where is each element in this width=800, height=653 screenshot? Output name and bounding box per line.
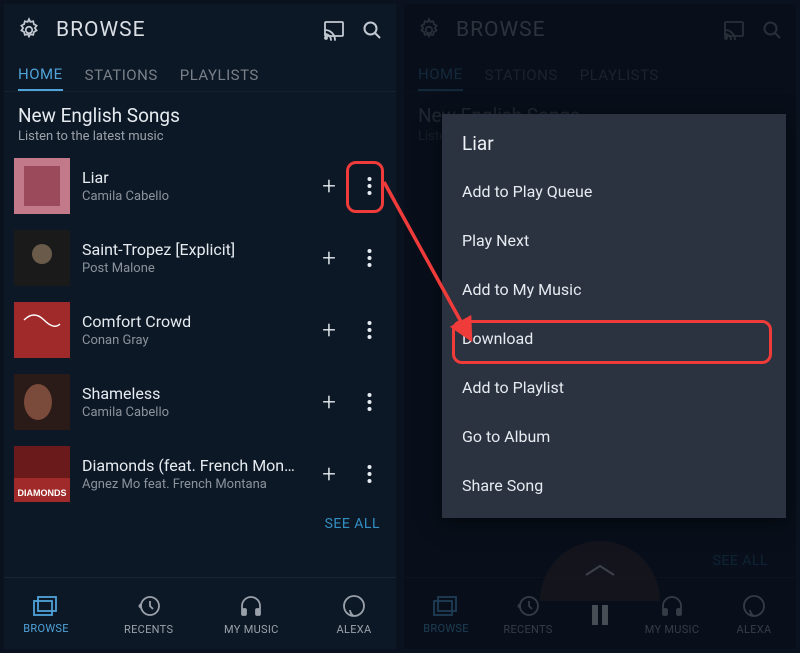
song-title: Liar (82, 168, 300, 187)
section-subtitle: Listen to the latest music (18, 129, 382, 144)
song-title: Saint-Tropez [Explicit] (82, 240, 300, 259)
list-item[interactable]: Liar Camila Cabello + (4, 150, 396, 222)
song-artist: Camila Cabello (82, 405, 300, 420)
see-all-link[interactable]: SEE ALL (4, 510, 396, 534)
album-art (14, 374, 70, 430)
phone-left: BROWSE HOME STATIONS PLAYLISTS New (4, 4, 396, 649)
menu-item-play-next[interactable]: Play Next (442, 216, 786, 265)
menu-item-share[interactable]: Share Song (442, 461, 786, 510)
menu-item-go-album[interactable]: Go to Album (442, 412, 786, 461)
add-button[interactable]: + (312, 385, 346, 419)
add-button[interactable]: + (312, 457, 346, 491)
tab-home[interactable]: HOME (18, 56, 63, 91)
song-meta: Liar Camila Cabello (82, 168, 300, 204)
nav-alexa[interactable]: ALEXA (322, 593, 386, 636)
song-meta: Saint-Tropez [Explicit] Post Malone (82, 240, 300, 276)
nav-mymusic[interactable]: MY MUSIC (219, 593, 283, 636)
song-artist: Agnez Mo feat. French Montana (82, 477, 300, 492)
add-button[interactable]: + (312, 241, 346, 275)
topbar: BROWSE (4, 4, 396, 56)
context-menu-title: Liar (442, 130, 786, 167)
settings-icon[interactable] (16, 17, 42, 43)
song-meta: Diamonds (feat. French Monta… Agnez Mo f… (82, 456, 300, 492)
tab-stations[interactable]: STATIONS (85, 56, 158, 91)
song-title: Comfort Crowd (82, 312, 300, 331)
menu-item-download[interactable]: Download (442, 314, 786, 363)
cast-icon[interactable] (322, 18, 346, 42)
list-item[interactable]: DIAMONDS Diamonds (feat. French Monta… A… (4, 438, 396, 510)
more-options-button[interactable] (352, 385, 386, 419)
song-list[interactable]: Liar Camila Cabello + Saint-Tropez [Expl… (4, 150, 396, 577)
alexa-icon (341, 593, 367, 619)
menu-item-add-playlist[interactable]: Add to Playlist (442, 363, 786, 412)
search-icon[interactable] (360, 18, 384, 42)
album-art: DIAMONDS (14, 446, 70, 502)
more-options-button[interactable] (352, 457, 386, 491)
bottom-nav: BROWSE RECENTS MY MUSIC ALEXA (4, 577, 396, 649)
menu-item-add-mymusic[interactable]: Add to My Music (442, 265, 786, 314)
add-button[interactable]: + (312, 169, 346, 203)
more-options-button[interactable] (352, 313, 386, 347)
context-menu: Liar Add to Play Queue Play Next Add to … (442, 114, 786, 518)
more-options-button[interactable] (352, 169, 386, 203)
nav-recents[interactable]: RECENTS (117, 593, 181, 636)
headphones-icon (238, 593, 264, 619)
song-meta: Comfort Crowd Conan Gray (82, 312, 300, 348)
album-art (14, 302, 70, 358)
tab-playlists[interactable]: PLAYLISTS (180, 56, 259, 91)
section-title: New English Songs (18, 104, 382, 127)
song-artist: Post Malone (82, 261, 300, 276)
song-title: Diamonds (feat. French Monta… (82, 456, 300, 475)
song-meta: Shameless Camila Cabello (82, 384, 300, 420)
recents-icon (136, 593, 162, 619)
section-header: New English Songs Listen to the latest m… (4, 92, 396, 150)
phone-right: BROWSE HOME STATIONS PLAYLISTS New Engli… (404, 4, 796, 649)
album-art (14, 230, 70, 286)
menu-item-add-queue[interactable]: Add to Play Queue (442, 167, 786, 216)
browse-icon (32, 594, 60, 618)
list-item[interactable]: Shameless Camila Cabello + (4, 366, 396, 438)
list-item[interactable]: Comfort Crowd Conan Gray + (4, 294, 396, 366)
song-artist: Camila Cabello (82, 189, 300, 204)
svg-text:DIAMONDS: DIAMONDS (18, 488, 67, 498)
album-art (14, 158, 70, 214)
tabs: HOME STATIONS PLAYLISTS (4, 56, 396, 92)
list-item[interactable]: Saint-Tropez [Explicit] Post Malone + (4, 222, 396, 294)
song-artist: Conan Gray (82, 333, 300, 348)
nav-browse[interactable]: BROWSE (14, 594, 78, 635)
song-title: Shameless (82, 384, 300, 403)
page-title: BROWSE (56, 18, 308, 42)
add-button[interactable]: + (312, 313, 346, 347)
more-options-button[interactable] (352, 241, 386, 275)
